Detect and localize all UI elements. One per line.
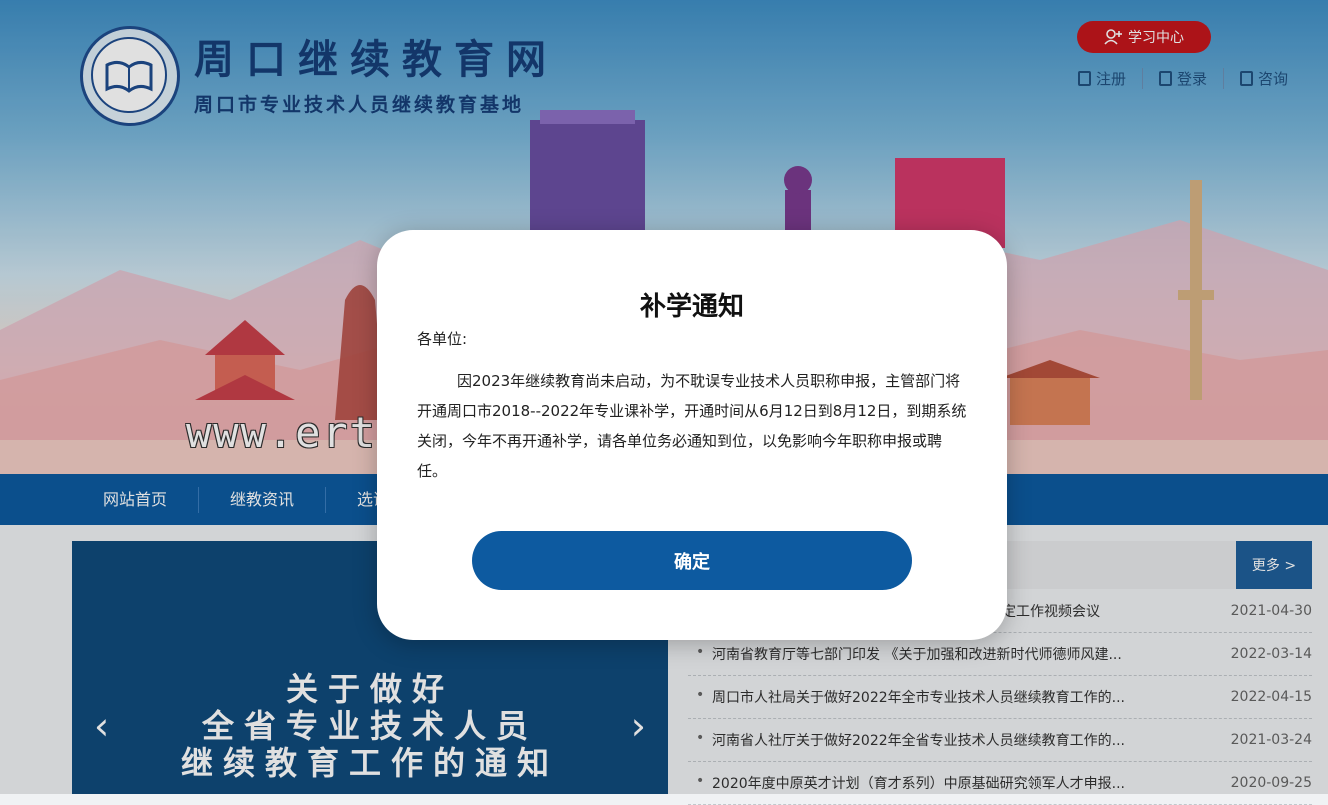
confirm-button[interactable]: 确定: [472, 531, 912, 590]
notice-dialog: 补学通知 各单位: 因2023年继续教育尚未启动，为不耽误专业技术人员职称申报，…: [377, 230, 1007, 640]
dialog-title: 补学通知: [639, 292, 744, 322]
dialog-salutation: 各单位:: [417, 330, 468, 348]
dialog-body: 因2023年继续教育尚未启动，为不耽误专业技术人员职称申报，主管部门将开通周口市…: [417, 372, 967, 480]
